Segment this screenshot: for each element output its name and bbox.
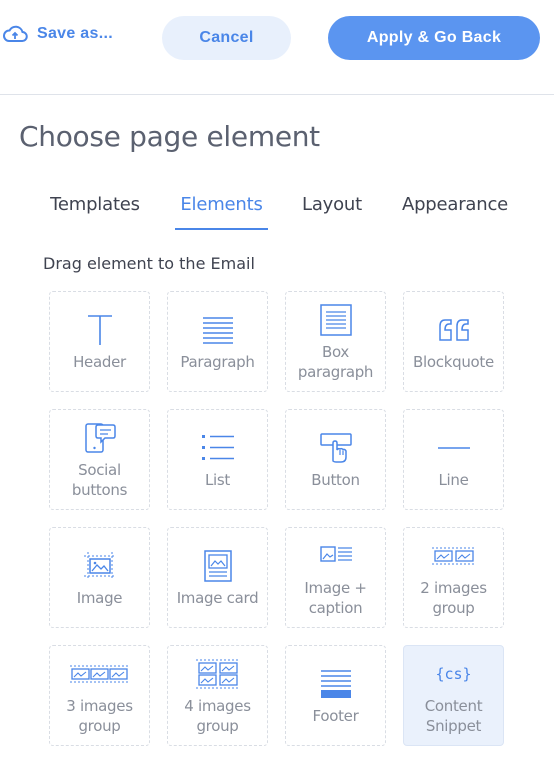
element-label: Image card <box>176 588 259 607</box>
tab-layout[interactable]: Layout <box>298 186 366 228</box>
element-tile-footer[interactable]: Footer <box>285 645 386 746</box>
element-label: Image <box>76 588 123 607</box>
element-tile-button[interactable]: Button <box>285 409 386 510</box>
element-label: Box paragraph <box>297 342 374 381</box>
line-icon <box>437 430 471 466</box>
element-tile-three-images[interactable]: 3 images group <box>49 645 150 746</box>
image-card-icon <box>203 548 233 584</box>
save-as-label: Save as... <box>37 25 113 42</box>
header-icon <box>85 312 115 348</box>
element-tile-content-snippet[interactable]: {cs} Content Snippet <box>403 645 504 746</box>
element-tile-blockquote[interactable]: Blockquote <box>403 291 504 392</box>
list-icon <box>201 430 235 466</box>
element-label: Content Snippet <box>424 696 483 735</box>
element-tile-paragraph[interactable]: Paragraph <box>167 291 268 392</box>
four-images-icon <box>195 656 241 692</box>
element-tile-image-card[interactable]: Image card <box>167 527 268 628</box>
element-tile-header[interactable]: Header <box>49 291 150 392</box>
tab-elements[interactable]: Elements <box>175 186 268 230</box>
button-icon <box>319 430 353 466</box>
page-title: Choose page element <box>19 120 320 153</box>
cancel-button[interactable]: Cancel <box>162 16 291 60</box>
element-tile-four-images[interactable]: 4 images group <box>167 645 268 746</box>
element-label: 2 images group <box>420 578 487 617</box>
element-label: Line <box>438 470 469 489</box>
blockquote-icon <box>437 312 471 348</box>
image-icon <box>83 548 117 584</box>
element-tile-image-caption[interactable]: Image + caption <box>285 527 386 628</box>
social-buttons-icon <box>83 420 117 456</box>
element-grid: Header Paragraph Box paragraph Blockquot… <box>49 291 504 746</box>
element-tile-box-paragraph[interactable]: Box paragraph <box>285 291 386 392</box>
two-images-icon <box>431 538 477 574</box>
footer-icon <box>320 666 352 702</box>
content-snippet-icon-text: {cs} <box>435 664 472 683</box>
element-tile-line[interactable]: Line <box>403 409 504 510</box>
element-label: Header <box>73 352 126 371</box>
element-tile-list[interactable]: List <box>167 409 268 510</box>
tab-bar: Templates Elements Layout Appearance <box>0 186 554 230</box>
element-tile-two-images[interactable]: 2 images group <box>403 527 504 628</box>
apply-go-back-button[interactable]: Apply & Go Back <box>328 16 540 60</box>
element-label: Social buttons <box>71 460 128 499</box>
cloud-upload-icon <box>3 25 28 42</box>
element-label: 4 images group <box>184 696 251 735</box>
save-as-button[interactable]: Save as... <box>2 24 113 44</box>
content-snippet-icon: {cs} <box>435 656 471 692</box>
tab-templates[interactable]: Templates <box>44 186 146 228</box>
paragraph-icon <box>202 312 234 348</box>
image-caption-icon <box>319 538 353 574</box>
element-tile-social-buttons[interactable]: Social buttons <box>49 409 150 510</box>
element-label: Footer <box>312 706 359 725</box>
top-toolbar: Save as... Cancel Apply & Go Back <box>0 0 554 95</box>
element-label: Image + caption <box>304 578 367 617</box>
tab-appearance[interactable]: Appearance <box>398 186 512 228</box>
box-paragraph-icon <box>319 302 352 338</box>
drag-hint: Drag element to the Email <box>43 254 255 273</box>
element-label: Blockquote <box>413 352 494 371</box>
element-label: Paragraph <box>180 352 255 371</box>
element-label: Button <box>311 470 360 489</box>
element-label: 3 images group <box>66 696 133 735</box>
element-label: List <box>204 470 231 489</box>
three-images-icon <box>69 656 131 692</box>
element-tile-image[interactable]: Image <box>49 527 150 628</box>
